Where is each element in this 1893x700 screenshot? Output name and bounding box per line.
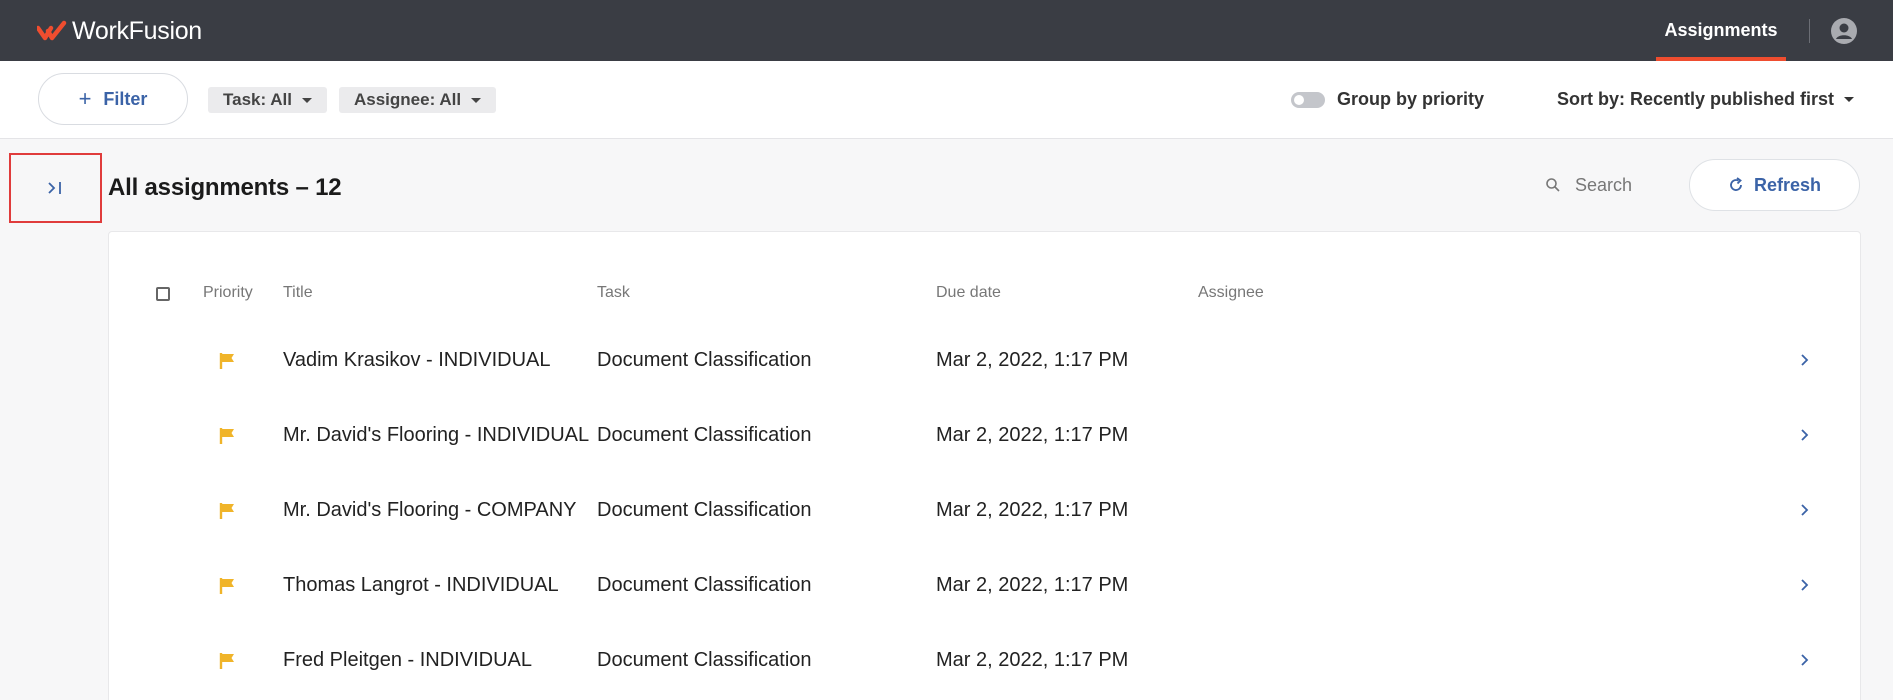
table-row[interactable]: Mr. David's Flooring - INDIVIDUAL Documen… xyxy=(109,398,1860,472)
filter-button-label: Filter xyxy=(103,88,148,109)
chevron-right-icon[interactable] xyxy=(1799,427,1811,443)
chevron-right-icon[interactable] xyxy=(1799,352,1811,368)
refresh-button[interactable]: Refresh xyxy=(1689,159,1860,211)
chevron-right-icon[interactable] xyxy=(1799,652,1811,668)
column-header-due-date[interactable]: Due date xyxy=(936,284,1001,302)
caret-down-icon xyxy=(1844,97,1855,102)
logo[interactable]: WorkFusion xyxy=(37,17,202,45)
flag-icon xyxy=(219,428,234,444)
user-circle-icon[interactable] xyxy=(1830,17,1858,45)
expand-sidebar-icon xyxy=(47,182,61,194)
row-title-text: Thomas Langrot - INDIVIDUAL xyxy=(283,573,559,596)
task-filter-label: Task: All xyxy=(223,90,292,109)
row-title: Mr. David's Flooring - COMPANY xyxy=(283,473,593,547)
filter-bar: + Filter Task: All Assignee: All Group b… xyxy=(0,61,1893,139)
row-due-date: Mar 2, 2022, 1:17 PM xyxy=(936,348,1129,371)
flag-icon xyxy=(219,503,234,519)
caret-down-icon xyxy=(471,97,482,103)
flag-icon xyxy=(219,578,234,594)
row-due-date: Mar 2, 2022, 1:17 PM xyxy=(936,573,1129,596)
group-by-priority-label: Group by priority xyxy=(1337,89,1485,109)
table-row[interactable]: Vadim Krasikov - INDIVIDUAL Document Clas… xyxy=(109,323,1860,397)
group-by-priority-toggle[interactable] xyxy=(1291,92,1325,108)
row-due-date: Mar 2, 2022, 1:17 PM xyxy=(936,423,1129,446)
row-task: Document Classification xyxy=(597,498,812,521)
row-title-text: Vadim Krasikov - INDIVIDUAL xyxy=(283,348,551,371)
expand-sidebar-button[interactable] xyxy=(9,153,102,223)
search-placeholder: Search xyxy=(1575,174,1633,195)
column-header-task[interactable]: Task xyxy=(597,284,630,302)
flag-icon xyxy=(219,653,234,669)
assignee-filter-chip[interactable]: Assignee: All xyxy=(339,87,497,113)
column-header-title[interactable]: Title xyxy=(283,284,313,302)
top-nav-bar: WorkFusion Assignments xyxy=(0,0,1893,61)
column-header-assignee[interactable]: Assignee xyxy=(1198,284,1264,302)
assignee-filter-label: Assignee: All xyxy=(354,90,462,109)
chevron-right-icon[interactable] xyxy=(1799,502,1811,518)
row-title-text: Fred Pleitgen - INDIVIDUAL xyxy=(283,648,532,671)
row-title: Vadim Krasikov - INDIVIDUAL xyxy=(283,323,593,397)
column-header-priority[interactable]: Priority xyxy=(203,284,253,302)
tab-assignments[interactable]: Assignments xyxy=(1656,0,1786,61)
caret-down-icon xyxy=(301,97,312,103)
row-task: Document Classification xyxy=(597,348,812,371)
row-title-text: Mr. David's Flooring - INDIVIDUAL xyxy=(283,423,590,446)
search-icon xyxy=(1546,178,1560,192)
row-task: Document Classification xyxy=(597,573,812,596)
filter-button[interactable]: + Filter xyxy=(38,73,188,125)
row-task: Document Classification xyxy=(597,648,812,671)
row-title-text: Mr. David's Flooring - COMPANY xyxy=(283,498,577,521)
sort-label: Sort by: Recently published first xyxy=(1557,89,1835,109)
sort-dropdown[interactable]: Sort by: Recently published first xyxy=(1557,89,1855,110)
table-row[interactable]: Thomas Langrot - INDIVIDUAL Document Clas… xyxy=(109,548,1860,622)
row-title: Thomas Langrot - INDIVIDUAL xyxy=(283,548,593,622)
select-all-checkbox[interactable] xyxy=(156,287,170,301)
plus-icon: + xyxy=(78,86,92,111)
task-filter-chip[interactable]: Task: All xyxy=(208,87,327,113)
refresh-button-label: Refresh xyxy=(1753,174,1822,195)
row-title: Fred Pleitgen - INDIVIDUAL xyxy=(283,623,593,697)
row-task: Document Classification xyxy=(597,423,812,446)
row-title: Mr. David's Flooring - INDIVIDUAL xyxy=(283,398,593,472)
row-due-date: Mar 2, 2022, 1:17 PM xyxy=(936,498,1129,521)
refresh-icon xyxy=(1730,177,1742,191)
table-row[interactable]: Mr. David's Flooring - COMPANY Document C… xyxy=(109,473,1860,547)
search-input[interactable]: Search xyxy=(1545,171,1632,199)
table-row[interactable]: Fred Pleitgen - INDIVIDUAL Document Class… xyxy=(109,623,1860,697)
chevron-right-icon[interactable] xyxy=(1799,577,1811,593)
flag-icon xyxy=(219,353,234,369)
brand-name: WorkFusion xyxy=(72,16,202,45)
row-due-date: Mar 2, 2022, 1:17 PM xyxy=(936,648,1129,671)
page-title: All assignments – 12 xyxy=(108,174,342,201)
workfusion-logo-icon xyxy=(37,20,67,41)
nav-divider xyxy=(1809,19,1810,43)
